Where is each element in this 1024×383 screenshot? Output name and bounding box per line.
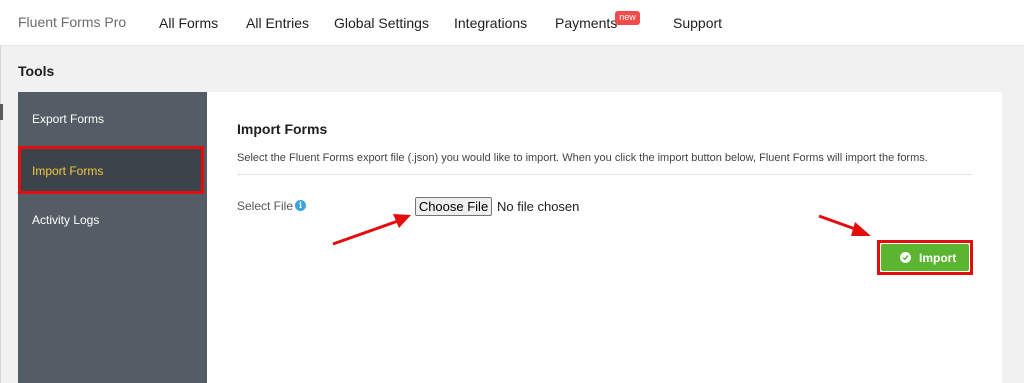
- sidebar-item-import-forms[interactable]: Import Forms: [18, 146, 204, 194]
- top-navigation-bar: Fluent Forms Pro All Forms All Entries G…: [0, 0, 1024, 46]
- admin-sidebar-edge-mark: [0, 104, 3, 120]
- divider: [237, 174, 972, 175]
- sidebar-item-export-forms[interactable]: Export Forms: [32, 112, 104, 126]
- panel-description: Select the Fluent Forms export file (.js…: [237, 152, 928, 164]
- check-circle-icon: [900, 252, 911, 263]
- nav-integrations[interactable]: Integrations: [454, 15, 527, 31]
- import-button-highlight: Import: [877, 240, 973, 275]
- info-icon[interactable]: i: [295, 200, 306, 211]
- import-button-label: Import: [919, 251, 957, 265]
- nav-support[interactable]: Support: [673, 15, 722, 31]
- brand-name[interactable]: Fluent Forms Pro: [18, 14, 126, 30]
- admin-sidebar-edge: [0, 46, 1, 383]
- sidebar-item-activity-logs[interactable]: Activity Logs: [32, 213, 99, 227]
- nav-global-settings[interactable]: Global Settings: [334, 15, 429, 31]
- panel-title: Import Forms: [237, 121, 328, 137]
- new-badge: new: [615, 11, 640, 25]
- nav-all-forms[interactable]: All Forms: [159, 15, 218, 31]
- sidebar-item-label: Import Forms: [32, 164, 104, 178]
- nav-all-entries[interactable]: All Entries: [246, 15, 309, 31]
- import-button[interactable]: Import: [881, 244, 969, 271]
- page-title: Tools: [18, 63, 55, 79]
- no-file-chosen-text: No file chosen: [497, 199, 580, 214]
- tools-sidebar: [18, 92, 207, 383]
- choose-file-button[interactable]: Choose File: [415, 197, 492, 216]
- select-file-label: Select File: [237, 199, 294, 213]
- nav-payments[interactable]: Payments: [555, 15, 617, 31]
